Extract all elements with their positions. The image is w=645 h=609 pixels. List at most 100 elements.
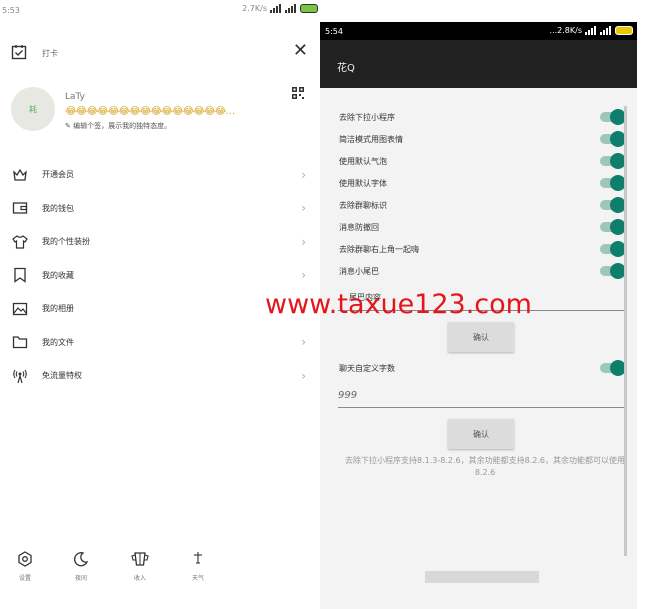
setting-row-custom[interactable]: 聊天自定义字数 bbox=[320, 357, 637, 379]
user-name[interactable]: LaTy bbox=[65, 92, 85, 102]
bottom-income[interactable]: 收入 bbox=[120, 551, 160, 582]
setting-row[interactable]: 使用默认字体 bbox=[320, 172, 637, 194]
setting-label: 消息小尾巴 bbox=[339, 267, 379, 276]
menu-item-vip[interactable]: 开通会员 › bbox=[0, 158, 320, 192]
tshirt-icon bbox=[12, 234, 28, 249]
menu-item-wallet[interactable]: 我的钱包 › bbox=[0, 192, 320, 226]
setting-label: 使用默认气泡 bbox=[339, 157, 387, 166]
drawer-bottom-bar: 设置 夜间 收入 天气 bbox=[0, 551, 320, 591]
bottom-label: 夜间 bbox=[74, 575, 87, 582]
toggle-switch[interactable] bbox=[600, 219, 626, 235]
status-bar-right: 5:54 ...2.8K/s bbox=[320, 22, 637, 40]
setting-row[interactable]: 去除下拉小程序 bbox=[320, 106, 637, 128]
toggle-switch[interactable] bbox=[600, 153, 626, 169]
menu-label: 我的相册 bbox=[42, 304, 74, 314]
drawer-menu: 开通会员 › 我的钱包 › 我的个性装扮 › 我的收藏 › 我的相册 › 我的文… bbox=[0, 158, 320, 393]
app-title: 花Q bbox=[337, 63, 355, 74]
battery-icon bbox=[615, 26, 633, 35]
signature-text: 编辑个签，展示我的独特态度。 bbox=[73, 122, 172, 130]
confirm-button-2[interactable]: 确认 bbox=[448, 419, 514, 449]
scrollbar[interactable] bbox=[624, 106, 627, 556]
chevron-right-icon: › bbox=[301, 167, 306, 182]
chevron-right-icon: › bbox=[301, 201, 306, 216]
chevron-right-icon: › bbox=[301, 268, 306, 283]
setting-row[interactable]: 使用默认气泡 bbox=[320, 150, 637, 172]
setting-row[interactable]: 消息防撤回 bbox=[320, 216, 637, 238]
menu-label: 我的钱包 bbox=[42, 203, 74, 213]
toggle-switch[interactable] bbox=[600, 175, 626, 191]
network-speed: 2.7K/s bbox=[242, 4, 267, 13]
toggle-switch[interactable] bbox=[600, 360, 626, 376]
setting-row[interactable]: 消息小尾巴 bbox=[320, 260, 637, 282]
toggle-switch[interactable] bbox=[600, 131, 626, 147]
menu-label: 我的收藏 bbox=[42, 270, 74, 280]
setting-row[interactable]: 去除群聊标识 bbox=[320, 194, 637, 216]
cup-icon bbox=[131, 552, 149, 566]
toggle-switch[interactable] bbox=[600, 263, 626, 279]
watermark: www.taxue123.com bbox=[265, 289, 532, 320]
signal-icon-2 bbox=[600, 26, 612, 35]
app-bar: 花Q bbox=[320, 40, 637, 88]
network-speed: ...2.8K/s bbox=[549, 26, 582, 35]
signal-icon bbox=[585, 26, 597, 35]
chevron-right-icon: › bbox=[301, 234, 306, 249]
crown-icon bbox=[13, 168, 27, 181]
menu-item-dressup[interactable]: 我的个性装扮 › bbox=[0, 225, 320, 259]
setting-label: 去除下拉小程序 bbox=[339, 113, 395, 122]
confirm-button[interactable]: 确认 bbox=[448, 322, 514, 352]
checkin-label[interactable]: 打卡 bbox=[42, 48, 58, 59]
menu-label: 免流量特权 bbox=[42, 371, 82, 381]
close-icon[interactable]: ✕ bbox=[293, 42, 308, 60]
status-indicators: 2.7K/s bbox=[242, 4, 318, 13]
bottom-weather[interactable]: 天气 bbox=[178, 551, 218, 582]
bottom-label: 收入 bbox=[133, 575, 146, 582]
battery-icon bbox=[300, 4, 318, 13]
wallet-icon bbox=[12, 202, 28, 214]
menu-label: 开通会员 bbox=[42, 170, 74, 180]
custom-count-input[interactable]: 999 bbox=[338, 384, 624, 408]
toggle-switch[interactable] bbox=[600, 197, 626, 213]
status-indicators: ...2.8K/s bbox=[550, 26, 633, 35]
bottom-label: 天气 bbox=[191, 575, 204, 582]
gear-icon bbox=[18, 551, 32, 567]
setting-label: 聊天自定义字数 bbox=[339, 364, 395, 373]
menu-label: 我的文件 bbox=[42, 337, 74, 347]
settings-list: 去除下拉小程序 简洁模式用图表情 使用默认气泡 使用默认字体 去除群聊标识 消息… bbox=[320, 106, 637, 282]
setting-label: 去除群聊标识 bbox=[339, 201, 387, 210]
avatar[interactable]: 耗 bbox=[11, 87, 55, 131]
setting-label: 使用默认字体 bbox=[339, 179, 387, 188]
setting-row[interactable]: 简洁模式用图表情 bbox=[320, 128, 637, 150]
version-note: 去除下拉小程序支持8.1.3-8.2.6，其余功能都支持8.2.6，其余功能都可… bbox=[345, 456, 625, 477]
setting-label: 去除群聊右上角一起嗨 bbox=[339, 245, 419, 254]
setting-label: 消息防撤回 bbox=[339, 223, 379, 232]
signal-icon bbox=[270, 4, 282, 13]
bookmark-icon bbox=[14, 268, 26, 283]
folder-icon bbox=[12, 336, 28, 349]
qr-code-icon[interactable] bbox=[292, 87, 304, 99]
bottom-label: 设置 bbox=[18, 575, 31, 582]
menu-item-free-data[interactable]: 免流量特权 › bbox=[0, 359, 320, 393]
weather-icon bbox=[194, 552, 202, 564]
chevron-right-icon: › bbox=[301, 335, 306, 350]
signal-icon-2 bbox=[285, 4, 297, 13]
signal-tower-icon bbox=[13, 369, 27, 383]
bottom-button-partial[interactable] bbox=[425, 571, 539, 583]
status-time: 5:53 bbox=[2, 6, 20, 15]
menu-item-files[interactable]: 我的文件 › bbox=[0, 326, 320, 360]
status-bar-left: 5:53 2.7K/s bbox=[0, 0, 320, 22]
bottom-night[interactable]: 夜间 bbox=[61, 551, 101, 582]
toggle-switch[interactable] bbox=[600, 109, 626, 125]
calendar-check-icon[interactable] bbox=[11, 44, 27, 60]
avatar-text: 耗 bbox=[29, 104, 37, 114]
moon-icon bbox=[74, 552, 89, 567]
setting-row[interactable]: 去除群聊右上角一起嗨 bbox=[320, 238, 637, 260]
photo-icon bbox=[12, 302, 28, 315]
menu-item-favorites[interactable]: 我的收藏 › bbox=[0, 259, 320, 293]
nickname-emojis: 😂😂😂😂😂😂😂😂😂😂😂😂😂😂😂… bbox=[65, 106, 235, 117]
bottom-settings[interactable]: 设置 bbox=[5, 551, 45, 582]
setting-label: 简洁模式用图表情 bbox=[339, 135, 403, 144]
signature-line[interactable]: ✎ 编辑个签，展示我的独特态度。 bbox=[65, 121, 171, 131]
toggle-switch[interactable] bbox=[600, 241, 626, 257]
chevron-right-icon: › bbox=[301, 368, 306, 383]
menu-label: 我的个性装扮 bbox=[42, 237, 90, 247]
